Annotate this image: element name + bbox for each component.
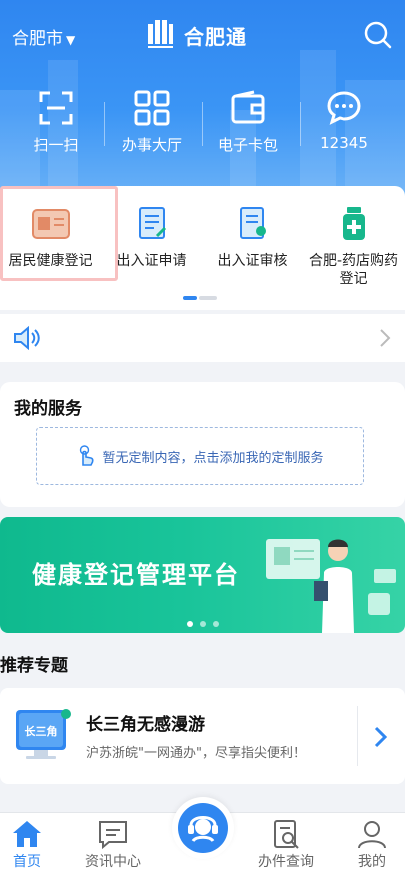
medicine-icon <box>342 207 365 240</box>
city-label: 合肥市 <box>12 29 63 49</box>
customer-service-icon <box>188 816 218 843</box>
pager-dots <box>183 296 217 300</box>
tap-hand-icon <box>80 445 95 466</box>
news-icon <box>99 821 127 849</box>
document-review-icon <box>239 207 266 239</box>
recommend-open-button[interactable] <box>357 706 405 766</box>
quick-wallet[interactable]: 电子卡包 <box>198 90 298 155</box>
document-edit-icon <box>138 207 166 239</box>
tab-label: 资讯中心 <box>85 854 141 870</box>
tab-home[interactable]: 首页 <box>0 815 62 871</box>
service-label: 出入证申请 <box>116 253 187 269</box>
doctor-illustration <box>266 539 396 633</box>
quick-hotline[interactable]: 12345 <box>294 90 394 152</box>
recommend-subtitle: 沪苏浙皖"一网通办"，尽享指尖便利！ <box>86 746 306 761</box>
quick-hall[interactable]: 办事大厅 <box>102 90 202 155</box>
header: 合肥市 ▼ 合肥通 扫一扫 办事大厅 电子卡包 12345 <box>0 0 405 200</box>
quick-label: 扫一扫 <box>33 136 79 154</box>
search-document-icon <box>274 820 299 849</box>
quick-actions: 扫一扫 办事大厅 电子卡包 12345 <box>0 90 405 160</box>
id-card-icon <box>31 209 70 239</box>
tab-label: 首页 <box>13 854 41 870</box>
service-label: 合肥-药店购药登记 <box>308 253 399 287</box>
thumb-text: 长三角 <box>25 724 58 738</box>
city-selector[interactable]: 合肥市 ▼ <box>12 24 75 49</box>
tab-case-query[interactable]: 办件查询 <box>251 815 321 871</box>
user-icon <box>358 821 386 849</box>
chat-icon <box>327 91 361 125</box>
banner-pager <box>187 621 219 627</box>
customer-service-button[interactable] <box>172 797 234 859</box>
grid-icon <box>134 90 170 126</box>
wallet-icon <box>231 90 265 124</box>
speaker-icon <box>14 326 40 350</box>
search-icon[interactable] <box>363 20 393 50</box>
notice-bar[interactable] <box>0 314 405 362</box>
service-health-register[interactable]: 居民健康登记 <box>0 186 101 270</box>
home-icon <box>13 821 41 847</box>
service-pass-review[interactable]: 出入证审核 <box>202 186 303 270</box>
logo-icon <box>148 20 173 48</box>
brand-name: 合肥通 <box>184 24 247 49</box>
health-banner[interactable]: 健康登记管理平台 <box>0 517 405 633</box>
chevron-right-icon <box>380 329 391 347</box>
brand: 合肥通 <box>146 20 247 50</box>
recommend-title: 长三角无感漫游 <box>86 715 205 735</box>
scan-icon <box>39 91 73 125</box>
tab-label: 我的 <box>358 854 386 870</box>
quick-label: 电子卡包 <box>217 136 278 154</box>
service-pass-apply[interactable]: 出入证申请 <box>101 186 202 270</box>
service-label: 出入证审核 <box>217 253 288 269</box>
tab-label: 办件查询 <box>258 854 314 870</box>
yangtze-delta-thumb: 长三角 <box>16 709 71 759</box>
empty-text: 暂无定制内容，点击添加我的定制服务 <box>102 450 324 466</box>
add-custom-service[interactable]: 暂无定制内容，点击添加我的定制服务 <box>36 427 364 485</box>
banner-title: 健康登记管理平台 <box>32 561 240 589</box>
section-title: 推荐专题 <box>0 656 68 676</box>
services-card: 居民健康登记 出入证申请 出入证审核 合肥-药店购药登记 <box>0 186 405 310</box>
quick-scan[interactable]: 扫一扫 <box>6 90 106 155</box>
chevron-right-icon <box>374 726 388 748</box>
tab-mine[interactable]: 我的 <box>337 815 405 871</box>
service-pharmacy-register[interactable]: 合肥-药店购药登记 <box>303 186 404 288</box>
quick-label: 办事大厅 <box>121 136 182 154</box>
quick-label: 12345 <box>320 134 368 152</box>
my-services: 我的服务 暂无定制内容，点击添加我的定制服务 <box>0 382 405 507</box>
service-label: 居民健康登记 <box>8 253 93 269</box>
section-title: 我的服务 <box>14 399 82 419</box>
recommend-item[interactable]: 长三角 长三角无感漫游 沪苏浙皖"一网通办"，尽享指尖便利！ <box>0 688 405 784</box>
tab-news[interactable]: 资讯中心 <box>78 815 148 871</box>
caret-down-icon: ▼ <box>66 33 76 47</box>
